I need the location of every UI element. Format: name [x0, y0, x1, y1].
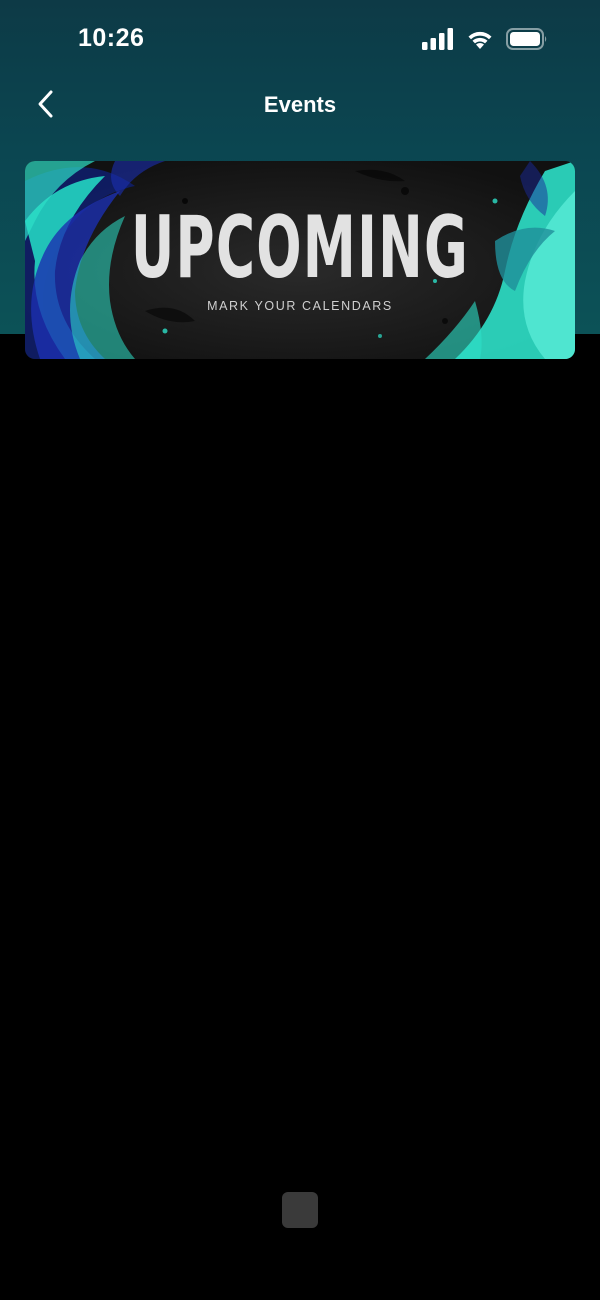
- banner-subtitle: MARK YOUR CALENDARS: [207, 299, 393, 313]
- upcoming-events-banner[interactable]: UPCOMING MARK YOUR CALENDARS: [25, 161, 575, 359]
- page-title: Events: [263, 92, 337, 117]
- events-screen: 10:26 Events UPCOMING MARK YOUR CALENDAR…: [0, 0, 600, 1300]
- wifi-icon: [466, 28, 494, 55]
- status-time: 10:26: [78, 24, 145, 52]
- cellular-signal-icon: [422, 27, 454, 55]
- navigation-bar: Events: [0, 80, 600, 134]
- status-bar: 10:26: [0, 0, 600, 80]
- banner-headline: UPCOMING: [130, 198, 470, 298]
- battery-icon: [506, 27, 548, 55]
- loading-indicator: [282, 1192, 318, 1228]
- status-icons: [422, 27, 548, 55]
